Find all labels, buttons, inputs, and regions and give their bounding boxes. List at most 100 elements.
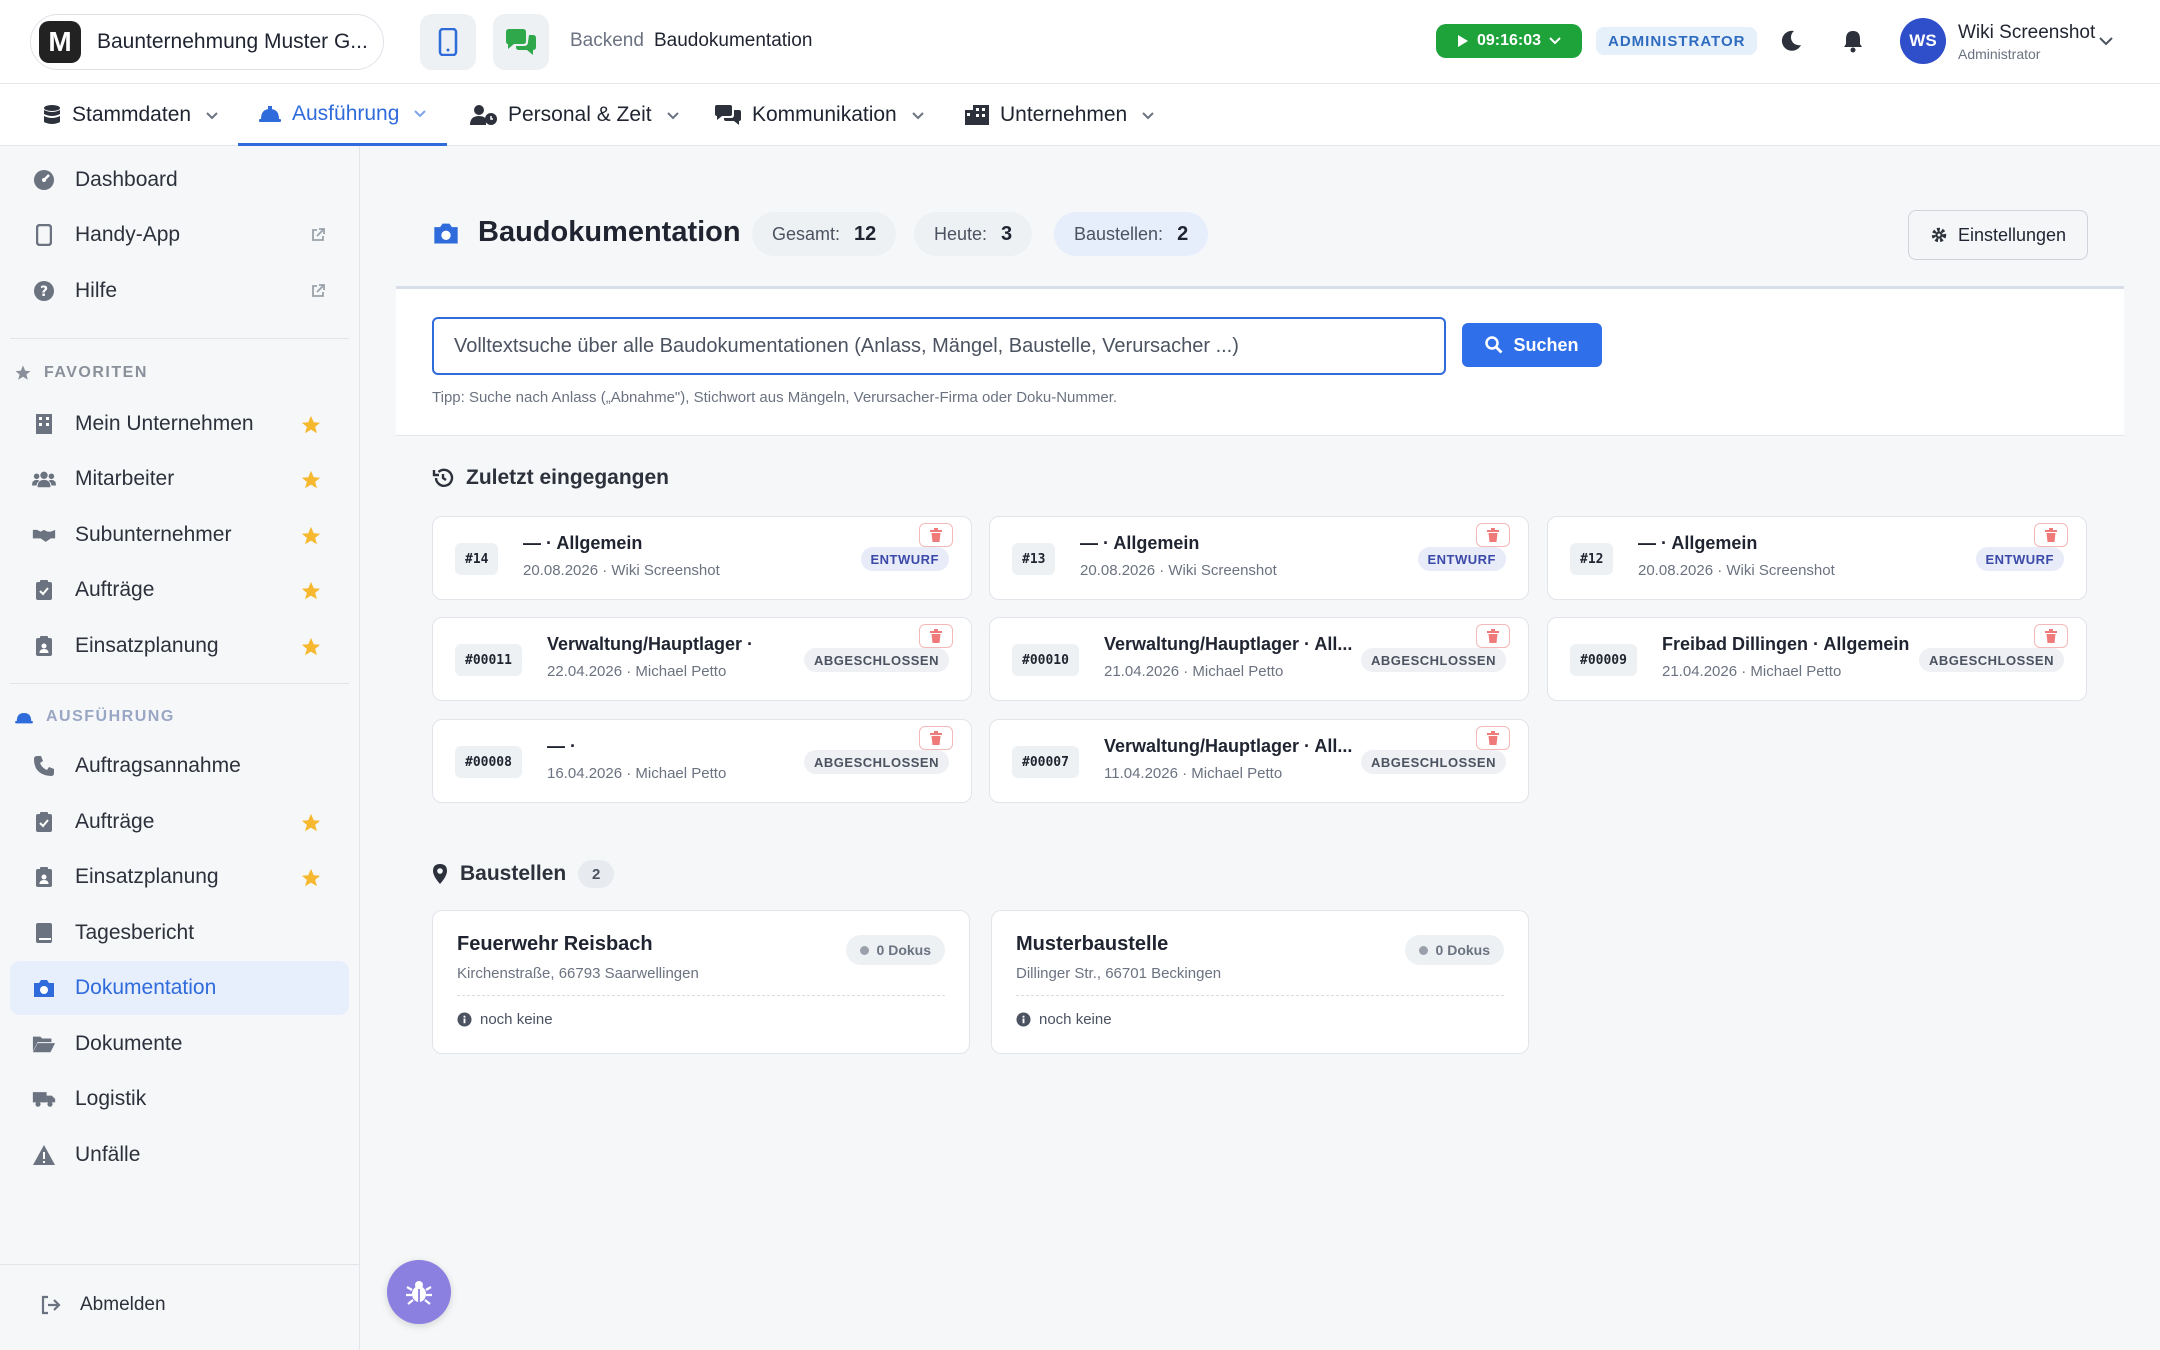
bell-icon[interactable]	[1840, 28, 1866, 54]
star-icon[interactable]	[300, 812, 322, 839]
breadcrumb-section[interactable]: Backend	[570, 30, 644, 52]
sidebar-item-subunternehmer[interactable]: Subunternehmer	[10, 508, 349, 562]
user-role: Administrator	[1958, 46, 2041, 62]
nav-ausfuehrung[interactable]: Ausführung	[238, 84, 448, 146]
star-icon[interactable]	[300, 469, 322, 496]
site-card[interactable]: Musterbaustelle Dillinger Str., 66701 Be…	[991, 910, 1529, 1054]
site-address: Kirchenstraße, 66793 Saarwellingen	[457, 965, 699, 982]
bug-icon	[406, 1281, 432, 1305]
star-icon	[15, 365, 31, 380]
doc-card[interactable]: #13 — · Allgemein 20.08.2026 · Wiki Screen…	[989, 516, 1529, 600]
doc-title: Verwaltung/Hauptlager · All...	[1104, 634, 1353, 654]
building-icon	[965, 105, 989, 125]
doc-card[interactable]: #00007 Verwaltung/Hauptlager · All... 11.0…	[989, 719, 1529, 803]
doc-card[interactable]: #00009 Freibad Dillingen · Allgemein 21.04…	[1547, 617, 2087, 701]
sidebar-item-unfaelle[interactable]: Unfälle	[10, 1128, 349, 1182]
search-input[interactable]: Volltextsuche über alle Baudokumentation…	[432, 317, 1446, 375]
delete-button[interactable]	[919, 523, 953, 547]
doc-meta: 20.08.2026 · Wiki Screenshot	[523, 562, 720, 579]
chevron-down-icon	[206, 111, 218, 119]
page-title: Baudokumentation	[478, 216, 741, 248]
handshake-icon	[32, 523, 56, 547]
star-icon[interactable]	[300, 580, 322, 607]
moon-icon[interactable]	[1778, 28, 1804, 54]
doc-title: Verwaltung/Hauptlager ·	[547, 634, 754, 654]
sidebar-item-label: Hilfe	[75, 279, 118, 302]
sidebar-item-handy-app[interactable]: Handy-App	[10, 208, 349, 262]
site-card[interactable]: Feuerwehr Reisbach Kirchenstraße, 66793 …	[432, 910, 970, 1054]
company-logo: M	[39, 21, 81, 63]
divider	[10, 683, 349, 684]
sidebar-item-auftraege-fav[interactable]: Aufträge	[10, 563, 349, 617]
sidebar-item-mein-unternehmen[interactable]: Mein Unternehmen	[10, 397, 349, 451]
doc-card[interactable]: #14 — · Allgemein 20.08.2026 · Wiki Screen…	[432, 516, 972, 600]
history-icon	[432, 468, 454, 487]
doc-card[interactable]: #00011 Verwaltung/Hauptlager · 22.04.2026 …	[432, 617, 972, 701]
folder-open-icon	[32, 1032, 56, 1056]
star-icon[interactable]	[300, 525, 322, 552]
settings-button[interactable]: Einstellungen	[1908, 210, 2088, 260]
star-icon[interactable]	[300, 636, 322, 663]
sidebar-item-label: Einsatzplanung	[75, 865, 219, 888]
sidebar-item-label: Mitarbeiter	[75, 467, 175, 490]
avatar[interactable]: WS	[1900, 18, 1946, 64]
doc-title: — · Allgemein	[1638, 533, 1758, 553]
nav-personal-zeit[interactable]: Personal & Zeit	[470, 84, 680, 146]
sidebar-item-logistik[interactable]: Logistik	[10, 1072, 349, 1126]
company-switcher[interactable]: M Baunternehmung Muster G...	[30, 14, 384, 70]
chevron-down-icon[interactable]	[2098, 36, 2114, 46]
company-name: Baunternehmung Muster G...	[97, 30, 368, 53]
sidebar-item-label: Handy-App	[75, 223, 181, 246]
sidebar-item-dokumente[interactable]: Dokumente	[10, 1017, 349, 1071]
sidebar-item-dashboard[interactable]: Dashboard	[10, 153, 349, 207]
sidebar-item-label: Dokumentation	[75, 976, 217, 999]
sidebar-item-hilfe[interactable]: ? Hilfe	[10, 264, 349, 318]
doc-card[interactable]: #00008 — · 16.04.2026 · Michael Petto ABGES…	[432, 719, 972, 803]
sidebar-item-einsatzplanung[interactable]: Einsatzplanung	[10, 850, 349, 904]
delete-button[interactable]	[1476, 624, 1510, 648]
delete-button[interactable]	[1476, 726, 1510, 750]
logout-button[interactable]: Abmelden	[40, 1294, 166, 1316]
nav-unternehmen[interactable]: Unternehmen	[964, 84, 1155, 146]
stat-heute: Heute: 3	[914, 212, 1033, 256]
status-badge: ENTWURF	[1417, 547, 1506, 571]
section-heading: AUSFÜHRUNG	[14, 708, 175, 726]
delete-button[interactable]	[2034, 624, 2068, 648]
sidebar-item-auftraege[interactable]: Aufträge	[10, 795, 349, 849]
sidebar-item-mitarbeiter[interactable]: Mitarbeiter	[10, 452, 349, 506]
sidebar-item-dokumentation[interactable]: Dokumentation	[10, 961, 349, 1015]
site-note: noch keine	[1016, 1011, 1112, 1028]
divider	[0, 1264, 360, 1265]
search-button[interactable]: Suchen	[1462, 323, 1602, 367]
sidebar-item-auftragsannahme[interactable]: Auftragsannahme	[10, 739, 349, 793]
delete-button[interactable]	[1476, 523, 1510, 547]
delete-button[interactable]	[919, 624, 953, 648]
nav-stammdaten[interactable]: Stammdaten	[42, 84, 219, 146]
user-menu[interactable]: Wiki Screenshot Administrator	[1958, 22, 2095, 62]
site-address: Dillinger Str., 66701 Beckingen	[1016, 965, 1222, 982]
site-name: Feuerwehr Reisbach	[457, 933, 653, 955]
delete-button[interactable]	[919, 726, 953, 750]
star-icon[interactable]	[300, 867, 322, 894]
sidebar-item-einsatzplanung-fav[interactable]: Einsatzplanung	[10, 619, 349, 673]
doc-title: Freibad Dillingen · Allgemein	[1662, 634, 1910, 654]
delete-button[interactable]	[2034, 523, 2068, 547]
nav-label: Unternehmen	[1000, 103, 1128, 126]
sidebar-item-tagesbericht[interactable]: Tagesbericht	[10, 906, 349, 960]
sites-heading: Baustellen 2	[432, 860, 615, 888]
doc-card[interactable]: #12 — · Allgemein 20.08.2026 · Wiki Screen…	[1547, 516, 2087, 600]
bug-report-button[interactable]	[387, 1260, 451, 1324]
sidebar-item-label: Subunternehmer	[75, 523, 232, 546]
mobile-app-button[interactable]	[420, 14, 476, 70]
doc-card[interactable]: #00010 Verwaltung/Hauptlager · All... 21.0…	[989, 617, 1529, 701]
recent-heading: Zuletzt eingegangen	[432, 466, 669, 490]
warning-icon	[32, 1143, 56, 1167]
time-tracker-button[interactable]: 09:16:03	[1436, 24, 1582, 58]
sidebar-item-label: Logistik	[75, 1087, 147, 1110]
star-icon[interactable]	[300, 414, 322, 441]
sidebar: Dashboard Handy-App ? Hilfe FAVORITEN Me…	[0, 146, 360, 1350]
trash-icon	[930, 731, 942, 745]
chat-button[interactable]	[493, 14, 549, 70]
external-link-icon	[310, 283, 326, 304]
nav-kommunikation[interactable]: Kommunikation	[714, 84, 925, 146]
